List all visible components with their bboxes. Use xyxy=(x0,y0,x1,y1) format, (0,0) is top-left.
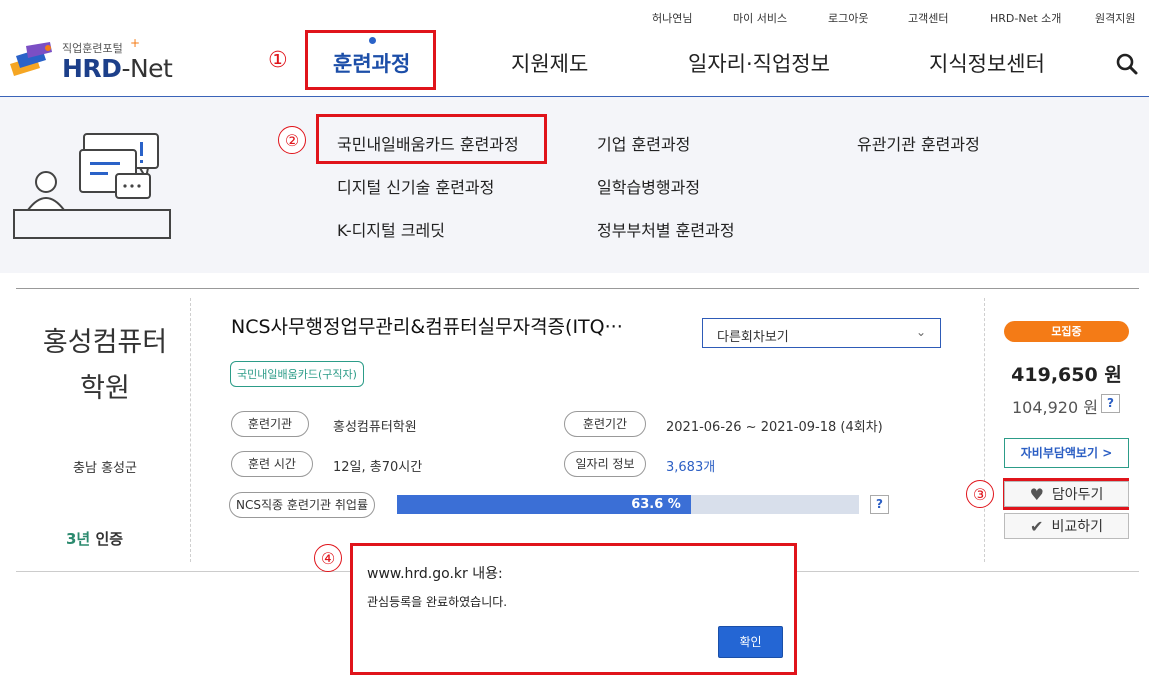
self-pay-button[interactable]: 자비부담액보기 > xyxy=(1004,438,1129,468)
course-type-tag: 국민내일배움카드(구직자) xyxy=(230,361,364,387)
nav-tab-training-courses[interactable]: 훈련과정 xyxy=(333,48,410,78)
employment-rate-label: NCS직종 훈련기관 취업률 xyxy=(229,492,375,518)
util-link-my-service[interactable]: 마이 서비스 xyxy=(733,10,787,26)
course-price: 419,650 원 xyxy=(1011,364,1122,386)
logo-brand[interactable]: HRD-Net xyxy=(62,54,173,83)
institution-name[interactable]: 홍성컴퓨터 학원 xyxy=(30,320,180,412)
logo-plus-icon: + xyxy=(130,36,141,50)
util-link-customer-center[interactable]: 고객센터 xyxy=(908,10,948,26)
alert-ok-button[interactable]: 확인 xyxy=(718,626,783,658)
logo-brand-hrd: HRD xyxy=(62,54,122,83)
institution-location: 충남 홍성군 xyxy=(73,461,137,476)
util-link-about[interactable]: HRD-Net 소개 xyxy=(990,10,1061,26)
institution-name-line2: 학원 xyxy=(80,373,130,404)
card-top-border xyxy=(16,288,1139,289)
util-link-logout[interactable]: 로그아웃 xyxy=(828,10,868,26)
submenu-related-agency-courses[interactable]: 유관기관 훈련과정 xyxy=(857,131,980,155)
institution-name-line1: 홍성컴퓨터 xyxy=(42,327,168,358)
nav-tab-knowledge-center[interactable]: 지식정보센터 xyxy=(929,48,1045,78)
wishlist-button-label: 담아두기 xyxy=(1051,487,1104,503)
employment-rate-help-button[interactable]: ? xyxy=(870,495,889,514)
certification-years: 3년 xyxy=(66,530,91,548)
submenu-corporate-courses[interactable]: 기업 훈련과정 xyxy=(597,131,690,155)
card-divider-left xyxy=(190,298,191,562)
alert-dialog-message: 관심등록을 완료하였습니다. xyxy=(367,595,508,609)
info-label-hours: 훈련 시간 xyxy=(231,451,313,477)
other-rounds-select-label: 다른회차보기 xyxy=(717,330,789,345)
other-rounds-select[interactable]: 다른회차보기 ⌄ xyxy=(702,318,941,348)
wishlist-button[interactable]: ♥ 담아두기 xyxy=(1004,481,1129,507)
util-link-remote-support[interactable]: 원격지원 xyxy=(1095,10,1135,26)
card-divider-right xyxy=(984,298,985,562)
check-icon: ✔ xyxy=(1030,516,1044,536)
status-badge: 모집중 xyxy=(1004,321,1129,342)
submenu-work-study-courses[interactable]: 일학습병행과정 xyxy=(597,174,700,198)
self-pay-help-button[interactable]: ? xyxy=(1101,394,1120,413)
submenu-national-card-courses[interactable]: 국민내일배움카드 훈련과정 xyxy=(337,131,519,155)
alert-dialog-title: www.hrd.go.kr 내용: xyxy=(367,566,503,582)
search-icon[interactable] xyxy=(1115,52,1139,76)
certification-badge: 3년 인증 xyxy=(66,528,123,549)
logo-brand-net: -Net xyxy=(121,54,173,83)
self-pay-amount: 104,920 원 xyxy=(1012,398,1098,417)
compare-button[interactable]: ✔ 비교하기 xyxy=(1004,513,1129,539)
submenu-digital-tech-courses[interactable]: 디지털 신기술 훈련과정 xyxy=(337,174,494,198)
compare-button-label: 비교하기 xyxy=(1051,519,1103,535)
heart-icon: ♥ xyxy=(1029,484,1044,504)
submenu-k-digital-credit[interactable]: K-디지털 크레딧 xyxy=(337,217,445,241)
info-label-jobs: 일자리 정보 xyxy=(564,451,646,477)
counseling-illustration xyxy=(12,130,174,242)
employment-rate-fill: 63.6 % xyxy=(397,495,691,514)
annotation-number-3: ③ xyxy=(966,480,994,508)
annotation-number-1: ① xyxy=(268,48,288,73)
nav-tab-job-info[interactable]: 일자리·직업정보 xyxy=(688,48,830,78)
info-value-institution: 홍성컴퓨터학원 xyxy=(333,420,417,435)
logo-icon[interactable] xyxy=(6,42,58,82)
annotation-number-2: ② xyxy=(278,126,306,154)
nav-tab-support-system[interactable]: 지원제도 xyxy=(511,48,588,78)
certification-label: 인증 xyxy=(95,530,124,548)
info-value-period: 2021-06-26 ~ 2021-09-18 (4회차) xyxy=(666,420,883,435)
info-value-hours: 12일, 총70시간 xyxy=(333,460,423,475)
info-label-institution: 훈련기관 xyxy=(231,411,309,437)
submenu-ministry-courses[interactable]: 정부부처별 훈련과정 xyxy=(597,217,735,241)
course-title[interactable]: NCS사무행정업무관리&컴퓨터실무자격증(ITQ··· xyxy=(231,312,623,339)
annotation-number-4: ④ xyxy=(314,544,342,572)
util-link-user[interactable]: 허나연님 xyxy=(652,10,692,26)
info-label-period: 훈련기간 xyxy=(564,411,646,437)
chevron-down-icon: ⌄ xyxy=(915,325,926,339)
info-value-jobs[interactable]: 3,683개 xyxy=(666,456,715,475)
